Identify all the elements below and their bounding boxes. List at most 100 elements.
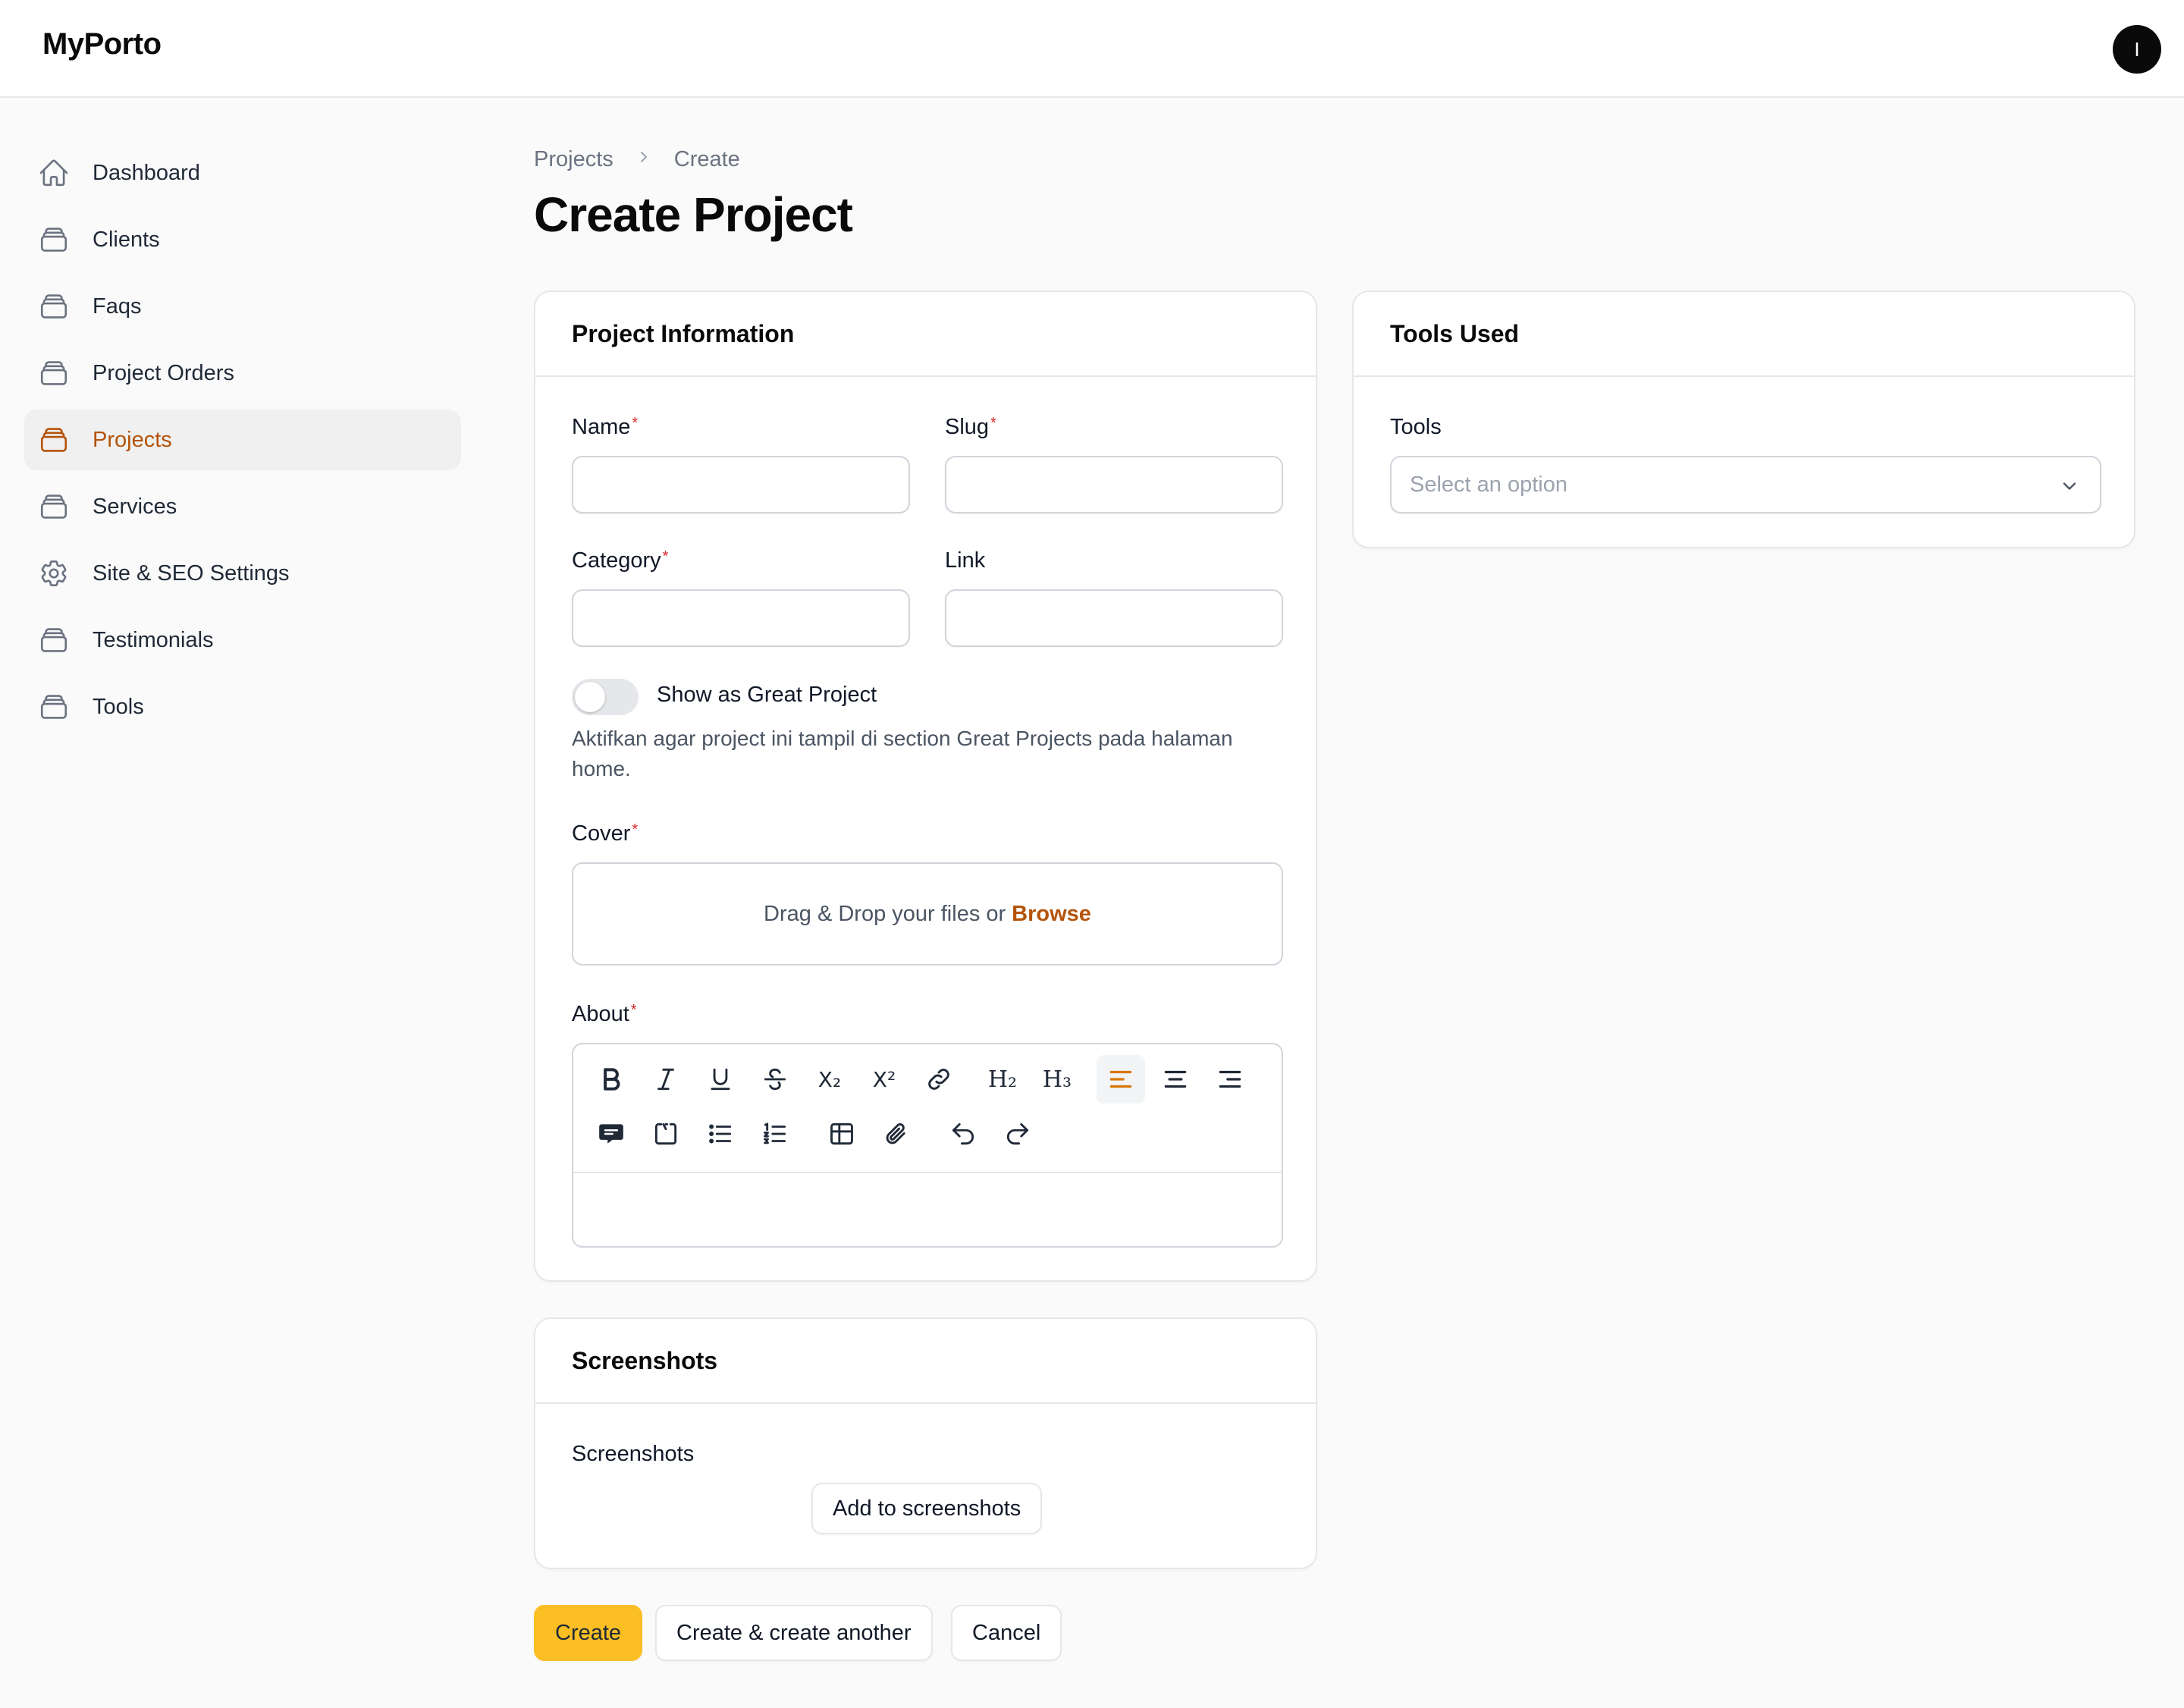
attach-file-button[interactable]: [872, 1110, 921, 1158]
align-center-icon: [1164, 1070, 1187, 1088]
chevron-right-icon: [635, 148, 653, 171]
align-left-button[interactable]: [1097, 1055, 1145, 1104]
subscript-button[interactable]: X₂: [805, 1055, 854, 1104]
sidebar-item-faqs[interactable]: Faqs: [24, 276, 461, 337]
great-project-helper: Aktifkan agar project ini tampil di sect…: [572, 727, 1233, 780]
rectangle-stack-icon: [38, 624, 70, 656]
about-rich-editor: X₂ X² H₂ H₃: [572, 1043, 1283, 1248]
sidebar-item-testimonials[interactable]: Testimonials: [24, 610, 461, 670]
paperclip-icon: [886, 1123, 905, 1144]
great-project-label: Show as Great Project: [657, 683, 877, 707]
superscript-button[interactable]: X²: [860, 1055, 908, 1104]
sidebar-item-label: Projects: [93, 427, 172, 452]
redo-icon: [1006, 1122, 1029, 1145]
project-information-section: Project Information Name * Slug * Category…: [534, 290, 1317, 1282]
sidebar-item-site-seo-settings[interactable]: Site & SEO Settings: [24, 543, 461, 604]
rectangle-stack-icon: [38, 691, 70, 723]
tools-label: Tools: [1390, 415, 1442, 439]
link-label: Link: [945, 548, 986, 573]
select-placeholder: Select an option: [1410, 472, 1567, 497]
sidebar-item-label: Clients: [93, 227, 160, 252]
app-brand[interactable]: MyPorto: [42, 27, 162, 61]
slug-input[interactable]: [945, 456, 1283, 513]
cog-icon: [38, 557, 70, 589]
rectangle-stack-icon: [38, 424, 70, 456]
blockquote-button[interactable]: [587, 1110, 635, 1158]
underline-icon: [711, 1068, 730, 1091]
sidebar-item-projects[interactable]: Projects: [24, 410, 461, 470]
ordered-list-icon: [764, 1122, 786, 1144]
name-label: Name *: [572, 415, 639, 439]
bold-button[interactable]: [587, 1055, 635, 1104]
align-left-icon: [1109, 1070, 1132, 1088]
table-button[interactable]: [817, 1110, 866, 1158]
speech-bubble-icon: [599, 1124, 623, 1144]
category-label: Category *: [572, 548, 669, 573]
sidebar: Dashboard Clients Faqs Project Orders Pr…: [24, 143, 461, 743]
code-block-button[interactable]: [642, 1110, 690, 1158]
sidebar-item-label: Dashboard: [93, 160, 200, 185]
about-content-area[interactable]: [573, 1173, 1282, 1246]
dropzone-text: Drag & Drop your files or: [764, 901, 1006, 926]
sidebar-item-tools[interactable]: Tools: [24, 677, 461, 737]
rectangle-stack-icon: [38, 357, 70, 389]
undo-icon: [952, 1122, 974, 1145]
cover-label: Cover *: [572, 821, 639, 846]
sidebar-item-clients[interactable]: Clients: [24, 209, 461, 270]
screenshots-label: Screenshots: [572, 1442, 695, 1466]
heading-3-button[interactable]: H₃: [1033, 1055, 1081, 1104]
section-heading: Tools Used: [1354, 292, 2134, 377]
sidebar-item-label: Project Orders: [93, 360, 234, 385]
rectangle-stack-icon: [38, 491, 70, 523]
heading-2-button[interactable]: H₂: [978, 1055, 1027, 1104]
sidebar-item-label: Site & SEO Settings: [93, 560, 290, 586]
sidebar-item-label: Tools: [93, 694, 144, 719]
underline-button[interactable]: [696, 1055, 745, 1104]
toggle-knob: [575, 682, 605, 712]
sidebar-item-services[interactable]: Services: [24, 476, 461, 537]
name-input[interactable]: [572, 456, 910, 513]
tools-used-section: Tools Used Tools Select an option: [1352, 290, 2135, 548]
tools-select[interactable]: Select an option: [1390, 456, 2101, 513]
bullet-list-icon: [709, 1124, 732, 1144]
browse-link[interactable]: Browse: [1012, 902, 1091, 927]
add-to-screenshots-button[interactable]: Add to screenshots: [811, 1483, 1043, 1534]
rectangle-stack-icon: [38, 224, 70, 256]
sidebar-item-label: Testimonials: [93, 627, 214, 652]
align-center-button[interactable]: [1151, 1055, 1200, 1104]
table-icon: [830, 1122, 853, 1145]
user-avatar[interactable]: I: [2113, 25, 2161, 74]
strikethrough-button[interactable]: [751, 1055, 799, 1104]
rectangle-stack-icon: [38, 290, 70, 322]
cover-dropzone[interactable]: Drag & Drop your files or Browse: [572, 862, 1283, 965]
create-and-create-another-button[interactable]: Create & create another: [655, 1605, 933, 1661]
about-label: About *: [572, 1002, 637, 1026]
sidebar-item-dashboard[interactable]: Dashboard: [24, 143, 461, 203]
top-bar: MyPorto I: [0, 0, 2184, 98]
breadcrumb-create: Create: [673, 147, 740, 171]
italic-icon: [657, 1068, 674, 1091]
redo-button[interactable]: [993, 1110, 1042, 1158]
create-button[interactable]: Create: [534, 1605, 643, 1661]
link-input[interactable]: [945, 589, 1283, 647]
cancel-button[interactable]: Cancel: [951, 1605, 1062, 1661]
link-icon: [928, 1069, 949, 1090]
great-project-toggle[interactable]: [572, 679, 639, 715]
home-icon: [38, 157, 70, 189]
breadcrumb-projects[interactable]: Projects: [534, 147, 613, 172]
sidebar-item-project-orders[interactable]: Project Orders: [24, 343, 461, 403]
undo-button[interactable]: [939, 1110, 987, 1158]
category-input[interactable]: [572, 589, 910, 647]
align-right-button[interactable]: [1206, 1055, 1254, 1104]
strikethrough-icon: [764, 1068, 786, 1091]
page-title: Create Project: [534, 187, 853, 242]
ordered-list-button[interactable]: [751, 1110, 799, 1158]
section-heading: Project Information: [535, 292, 1316, 377]
section-heading: Screenshots: [535, 1319, 1316, 1404]
bullet-list-button[interactable]: [696, 1110, 745, 1158]
align-right-icon: [1219, 1070, 1241, 1088]
link-button[interactable]: [915, 1055, 963, 1104]
breadcrumb: Projects Create: [534, 147, 740, 172]
italic-button[interactable]: [642, 1055, 690, 1104]
bold-icon: [604, 1068, 620, 1091]
